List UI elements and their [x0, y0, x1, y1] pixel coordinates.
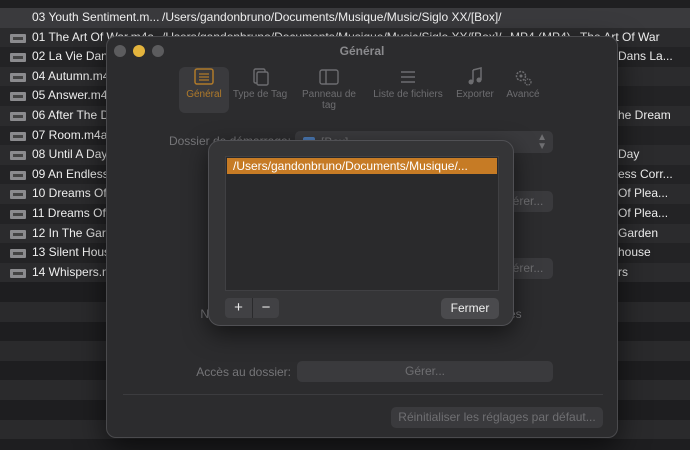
file-name: 12 In The Gard	[32, 225, 113, 240]
empty-row	[0, 439, 690, 450]
artwork-thumbnail	[10, 92, 26, 102]
reset-defaults-button[interactable]: Réinitialiser les réglages par défaut...	[391, 407, 603, 428]
artwork-thumbnail	[10, 229, 26, 239]
export-icon	[468, 67, 482, 85]
title-bar: Général	[107, 37, 617, 65]
file-name: 06 After The D	[32, 108, 110, 122]
file-title: ess Corr...	[618, 166, 673, 181]
advanced-icon	[515, 70, 532, 86]
file-title: Day	[618, 147, 640, 162]
chevron-updown-icon: ▲ ▼	[537, 132, 547, 152]
file-title: Dans La...	[618, 49, 673, 64]
file-name: 04 Autumn.m4	[32, 68, 110, 83]
tab-advanced[interactable]: Avancé	[503, 67, 543, 113]
tab-file-list[interactable]: Liste de fichiers	[369, 67, 447, 113]
artwork-thumbnail	[10, 112, 26, 121]
tab-tag-panel[interactable]: Panneau de tag	[295, 67, 363, 113]
tab-tag-panel-label: Panneau de tag	[302, 89, 356, 111]
file-title: rs	[618, 264, 628, 279]
tag-type-icon	[253, 68, 269, 86]
tab-tag-type[interactable]: Type de Tag	[231, 67, 289, 113]
artwork-thumbnail	[10, 53, 26, 63]
artwork-thumbnail	[10, 249, 26, 259]
file-name: 07 Room.m4a	[32, 127, 108, 142]
file-name: 03 Youth Sentiment.m...	[32, 10, 160, 24]
manage-folder-access-button[interactable]: Gérer...	[297, 361, 553, 382]
tab-advanced-label: Avancé	[506, 89, 540, 100]
tab-export-label: Exporter	[456, 89, 494, 100]
folder-access-sheet: /Users/gandonbruno/Documents/Musique/...…	[208, 140, 514, 326]
folder-list[interactable]: /Users/gandonbruno/Documents/Musique/...	[225, 156, 499, 291]
artwork-thumbnail	[10, 33, 26, 43]
general-icon	[194, 68, 214, 85]
artwork-thumbnail	[10, 170, 26, 180]
folder-list-item[interactable]: /Users/gandonbruno/Documents/Musique/...	[227, 158, 497, 174]
file-title: house	[618, 245, 651, 260]
file-title: Of Plea...	[618, 186, 669, 201]
file-path: /Users/gandonbruno/Documents/Musique/Mus…	[162, 10, 502, 24]
tab-general-label: Général	[186, 89, 222, 100]
artwork-thumbnail	[10, 72, 26, 82]
add-remove-control: + −	[225, 298, 279, 318]
add-folder-button[interactable]: +	[225, 298, 252, 318]
file-name: 14 Whispers.m	[32, 264, 113, 279]
file-list-icon	[401, 71, 415, 83]
tab-tag-type-label: Type de Tag	[232, 89, 288, 100]
divider	[123, 394, 603, 395]
file-row[interactable]: 03 Youth Sentiment.m... /Users/gandonbru…	[0, 8, 690, 28]
close-sheet-button[interactable]: Fermer	[441, 298, 499, 319]
tab-export[interactable]: Exporter	[451, 67, 499, 113]
artwork-thumbnail	[10, 131, 26, 141]
tag-panel-icon	[319, 69, 339, 85]
file-name: 02 La Vie Dan	[32, 49, 108, 64]
preferences-toolbar: Général Type de Tag Panneau de tag Liste…	[107, 67, 617, 115]
folder-access-label: Accès au dossier:	[196, 365, 291, 379]
file-name: 11 Dreams Of	[32, 206, 106, 220]
tab-general[interactable]: Général	[179, 67, 229, 113]
file-title: Garden	[618, 225, 659, 240]
artwork-thumbnail	[10, 268, 26, 278]
file-title: he Dream	[618, 108, 671, 122]
artwork-thumbnail	[10, 190, 26, 200]
remove-folder-button[interactable]: −	[252, 298, 279, 318]
window-title: Général	[339, 44, 385, 58]
file-name: 08 Until A Day	[32, 147, 108, 162]
artwork-thumbnail	[10, 151, 26, 161]
file-name: 05 Answer.m4	[32, 88, 108, 103]
file-name: 13 Silent House	[32, 245, 117, 260]
file-name: 10 Dreams Of	[32, 186, 107, 201]
artwork-thumbnail	[10, 210, 26, 219]
file-title: Of Plea...	[618, 206, 669, 220]
file-name: 09 An Endless	[32, 166, 109, 181]
tab-file-list-label: Liste de fichiers	[373, 89, 443, 100]
